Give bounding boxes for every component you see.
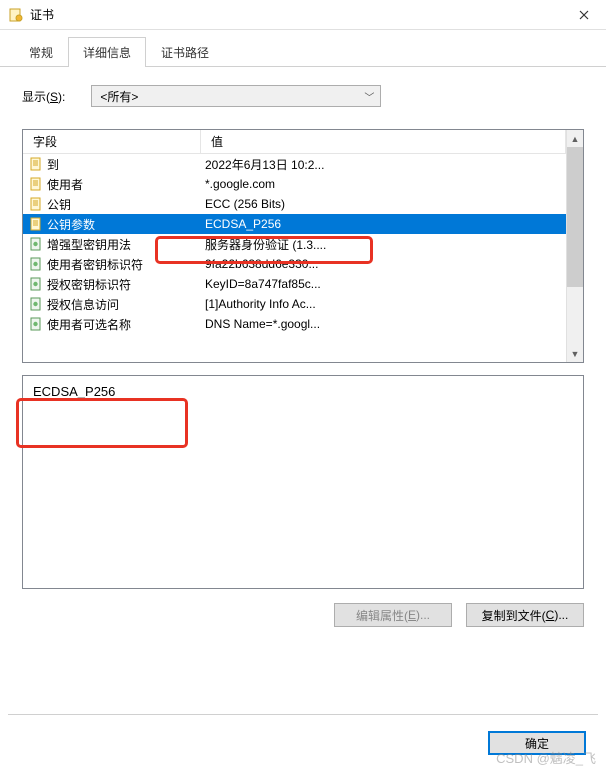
row-property-icon (29, 217, 43, 231)
copy-to-file-button[interactable]: 复制到文件(C)... (466, 603, 584, 627)
row-value: 2022年6月13日 10:2... (205, 156, 566, 173)
footer-divider (8, 714, 598, 715)
details-text: ECDSA_P256 (33, 384, 115, 399)
table-row[interactable]: 到2022年6月13日 10:2... (23, 154, 566, 174)
edit-properties-button: 编辑属性(E)... (334, 603, 452, 627)
list-header: 字段 值 (23, 130, 566, 154)
button-row: 编辑属性(E)... 复制到文件(C)... (22, 603, 584, 627)
row-field: 到 (47, 156, 205, 173)
row-field: 授权信息访问 (47, 296, 205, 313)
tab-details[interactable]: 详细信息 (68, 37, 146, 67)
title-bar: 证书 (0, 0, 606, 30)
row-property-icon (29, 317, 43, 331)
vertical-scrollbar[interactable]: ▲ ▼ (566, 130, 583, 362)
row-property-icon (29, 177, 43, 191)
certificate-icon (8, 7, 24, 23)
row-property-icon (29, 197, 43, 211)
tab-content: 显示(S): <所有> ﹀ 字段 值 到2022年6月13日 10:2...使用… (0, 67, 606, 637)
tab-path[interactable]: 证书路径 (146, 37, 224, 67)
row-field: 增强型密钥用法 (47, 236, 205, 253)
watermark-text: CSDN @魑凌_飞 (496, 748, 596, 767)
row-value: KeyID=8a747faf85c... (205, 277, 566, 291)
table-row[interactable]: 授权信息访问[1]Authority Info Ac... (23, 294, 566, 314)
table-row[interactable]: 授权密钥标识符KeyID=8a747faf85c... (23, 274, 566, 294)
row-property-icon (29, 237, 43, 251)
details-textbox[interactable]: ECDSA_P256 (22, 375, 584, 589)
scroll-up-button[interactable]: ▲ (567, 130, 583, 147)
row-property-icon (29, 157, 43, 171)
table-row[interactable]: 使用者密钥标识符9fa22b638dd6e330... (23, 254, 566, 274)
close-button[interactable] (561, 0, 606, 30)
row-property-icon (29, 277, 43, 291)
row-value: DNS Name=*.googl... (205, 317, 566, 331)
scroll-down-button[interactable]: ▼ (567, 345, 583, 362)
show-filter-row: 显示(S): <所有> ﹀ (22, 85, 584, 107)
row-value: ECDSA_P256 (205, 217, 566, 231)
col-header-field[interactable]: 字段 (23, 130, 201, 153)
table-row[interactable]: 使用者可选名称DNS Name=*.googl... (23, 314, 566, 334)
table-row[interactable]: 使用者*.google.com (23, 174, 566, 194)
row-value: [1]Authority Info Ac... (205, 297, 566, 311)
col-header-value[interactable]: 值 (201, 130, 566, 153)
scroll-thumb[interactable] (567, 147, 583, 287)
show-dropdown[interactable]: <所有> ﹀ (91, 85, 381, 107)
row-value: ECC (256 Bits) (205, 197, 566, 211)
dropdown-value: <所有> (100, 88, 138, 105)
table-row[interactable]: 增强型密钥用法服务器身份验证 (1.3.... (23, 234, 566, 254)
window-title: 证书 (30, 6, 561, 23)
table-row[interactable]: 公钥参数ECDSA_P256 (23, 214, 566, 234)
tab-general[interactable]: 常规 (14, 37, 68, 67)
scroll-track[interactable] (567, 287, 583, 345)
table-row[interactable]: 公钥ECC (256 Bits) (23, 194, 566, 214)
row-value: *.google.com (205, 177, 566, 191)
row-field: 授权密钥标识符 (47, 276, 205, 293)
row-field: 使用者 (47, 176, 205, 193)
row-value: 服务器身份验证 (1.3.... (205, 236, 566, 253)
fields-listbox: 字段 值 到2022年6月13日 10:2...使用者*.google.com公… (22, 129, 584, 363)
row-field: 使用者可选名称 (47, 316, 205, 333)
row-property-icon (29, 257, 43, 271)
chevron-down-icon: ﹀ (364, 89, 374, 104)
row-field: 公钥参数 (47, 216, 205, 233)
row-field: 公钥 (47, 196, 205, 213)
tab-strip: 常规 详细信息 证书路径 (0, 30, 606, 67)
row-field: 使用者密钥标识符 (47, 256, 205, 273)
show-label: 显示(S): (22, 88, 65, 105)
row-value: 9fa22b638dd6e330... (205, 257, 566, 271)
row-property-icon (29, 297, 43, 311)
